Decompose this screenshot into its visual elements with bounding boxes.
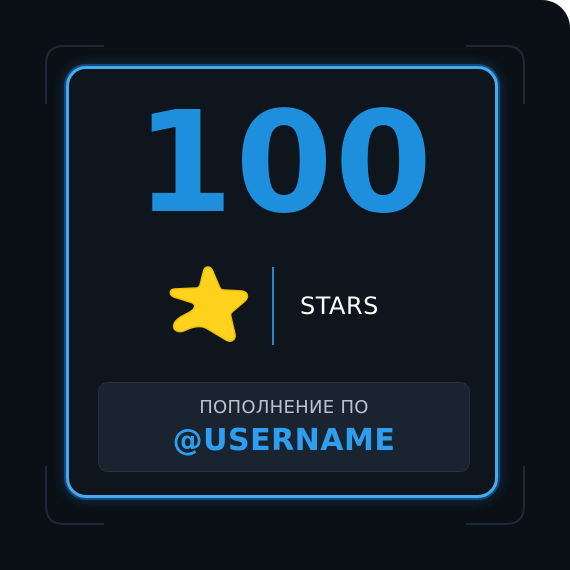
stars-unit-label: STARS <box>300 292 379 320</box>
star-icon <box>169 266 249 342</box>
username-handle: @USERNAME <box>172 423 396 458</box>
username-panel: ПОПОЛНЕНИЕ ПО @USERNAME <box>98 382 470 472</box>
topup-caption: ПОПОЛНЕНИЕ ПО <box>199 397 369 418</box>
gift-card-background: 100 STARS ПОПОЛНЕНИЕ ПО @USERNAME <box>0 0 570 570</box>
divider-line <box>272 267 274 345</box>
stars-amount: 100 <box>135 82 435 245</box>
